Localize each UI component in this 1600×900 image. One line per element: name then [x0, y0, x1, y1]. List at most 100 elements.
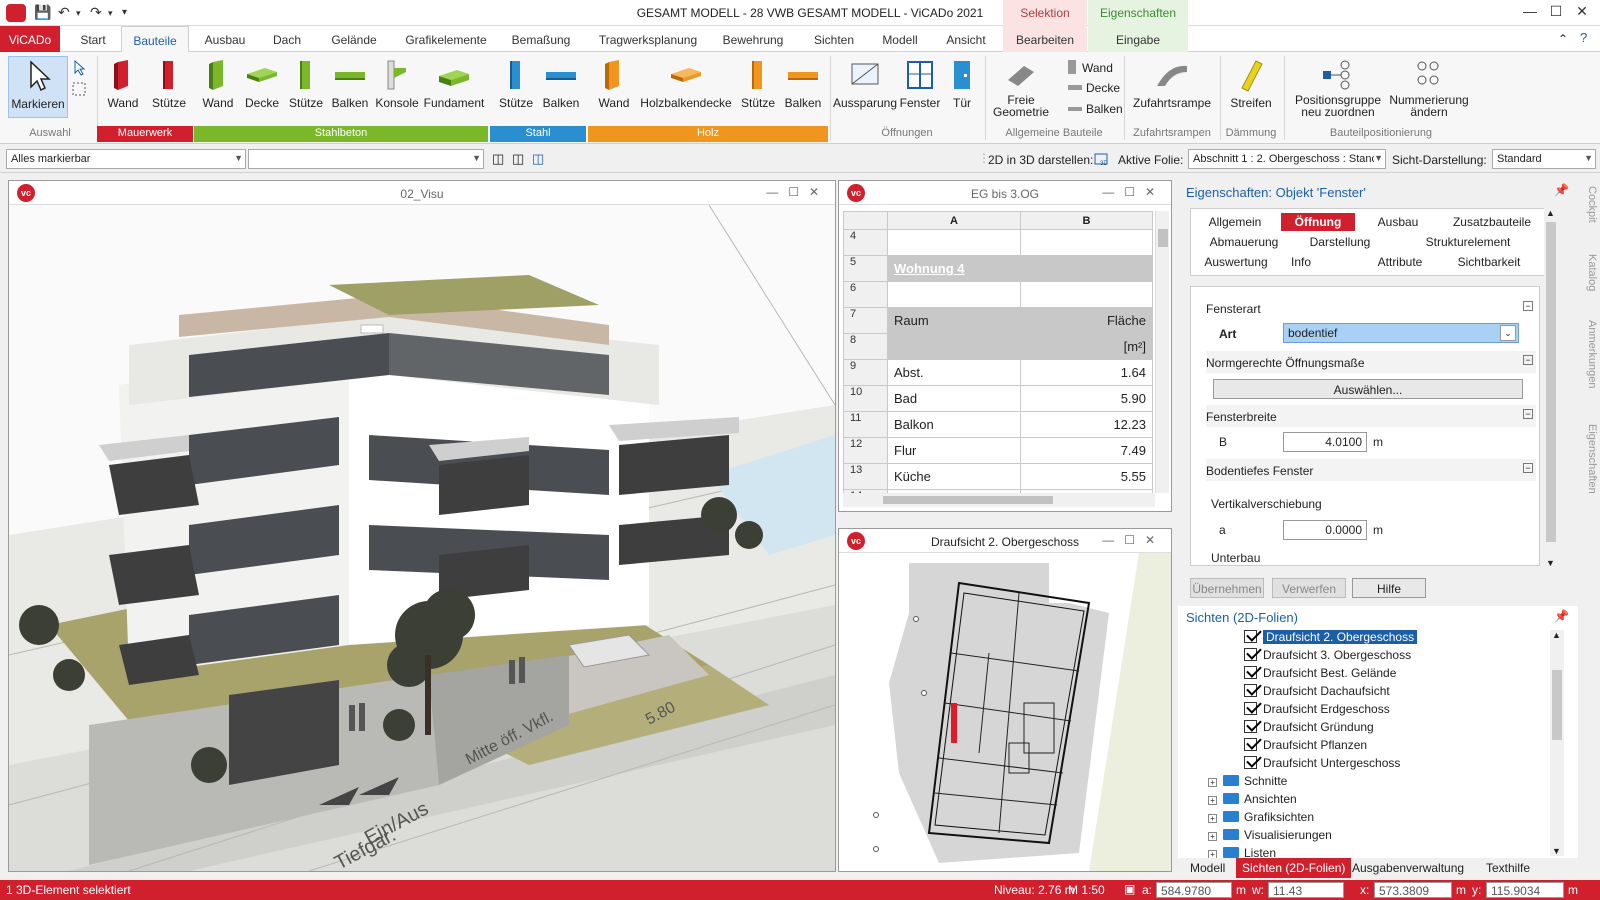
uebernehmen-button[interactable]: Übernehmen	[1190, 578, 1264, 598]
collapse-icon[interactable]: −	[1523, 409, 1533, 419]
expand-icon[interactable]: +	[1208, 778, 1217, 787]
tab-texthilfe[interactable]: Texthilfe	[1480, 858, 1536, 878]
view-display-select[interactable]: Standard ▼	[1492, 149, 1596, 169]
views-vscroll[interactable]: ▲ ▼	[1550, 630, 1564, 856]
aussparung-button[interactable]: Aussparung	[832, 56, 898, 118]
binoculars-icon[interactable]: ◫	[492, 151, 504, 167]
streifen-button[interactable]: Streifen	[1224, 56, 1278, 118]
visible-checkbox[interactable]	[1244, 702, 1257, 715]
2d-3d-toggle-icon[interactable]: 3D	[1094, 151, 1112, 167]
fenster-button[interactable]: Fenster	[898, 56, 942, 118]
stahlbeton-balken-button[interactable]: Balken	[328, 56, 372, 118]
side-tab-anmerkungen[interactable]: Anmerkungen	[1578, 320, 1598, 400]
cell-a[interactable]	[887, 333, 1021, 360]
side-tab-katalog[interactable]: Katalog	[1578, 254, 1598, 304]
expand-icon[interactable]: +	[1208, 832, 1217, 841]
hilfe-button[interactable]: Hilfe	[1352, 578, 1426, 598]
visible-checkbox[interactable]	[1244, 720, 1257, 733]
view-folder[interactable]: + Ansichten	[1208, 792, 1297, 810]
stahl-stuetze-button[interactable]: Stütze	[494, 56, 538, 118]
context-tab-selektion[interactable]: Selektion	[1003, 0, 1087, 26]
property-tab-darstellung[interactable]: Darstellung	[1299, 233, 1381, 251]
mauerwerk-wand-button[interactable]: Wand	[100, 56, 146, 118]
visible-checkbox[interactable]	[1244, 756, 1257, 769]
binoculars-x-icon[interactable]: ◫	[512, 151, 524, 167]
side-tab-cockpit[interactable]: Cockpit	[1578, 186, 1598, 236]
pin-icon[interactable]: 📌	[1554, 609, 1569, 623]
property-tab-info[interactable]: Info	[1281, 253, 1321, 271]
zufahrtsrampe-button[interactable]: Zufahrtsrampe	[1128, 56, 1216, 118]
view-item[interactable]: Draufsicht Erdgeschoss	[1244, 702, 1390, 720]
markieren-button[interactable]: Markieren	[8, 56, 68, 118]
stahlbeton-decke-button[interactable]: Decke	[240, 56, 284, 118]
tab-bauteile[interactable]: Bauteile	[121, 26, 189, 52]
ab-wand-button[interactable]: Wand	[1068, 60, 1113, 75]
col-header-a[interactable]: A	[887, 211, 1021, 230]
stahlbeton-fundament-button[interactable]: Fundament	[422, 56, 486, 118]
view-item[interactable]: Draufsicht 2. Obergeschoss	[1244, 630, 1418, 648]
status-massstab[interactable]: M 1:50	[1068, 883, 1105, 897]
3d-scene-canvas[interactable]: Mitte öff. Vkfl. Ein/Aus Tiefgar. 5.80	[9, 205, 835, 871]
filter-select[interactable]: Alles markierbar ▼	[6, 149, 246, 169]
cell-b[interactable]: [m²]	[1020, 333, 1153, 360]
view-item[interactable]: Draufsicht Dachaufsicht	[1244, 684, 1390, 702]
pin-icon[interactable]: 📌	[1554, 183, 1569, 197]
tab-tragwerksplanung[interactable]: Tragwerksplanung	[590, 26, 706, 52]
cell-b[interactable]	[1020, 281, 1153, 308]
spreadsheet-vscroll[interactable]	[1155, 211, 1169, 493]
stahl-balken-button[interactable]: Balken	[538, 56, 584, 118]
property-tab-ausbau[interactable]: Ausbau	[1363, 213, 1433, 231]
auswaehlen-button[interactable]: Auswählen...	[1213, 379, 1523, 399]
cell-a[interactable]: Balkon	[887, 411, 1021, 438]
cell-a[interactable]: Flur	[887, 437, 1021, 464]
cell-b[interactable]: 12.23	[1020, 411, 1153, 438]
cell-a[interactable]: Bad	[887, 385, 1021, 412]
collapse-icon[interactable]: −	[1523, 463, 1533, 473]
app-logo-icon[interactable]	[6, 4, 26, 22]
positionsgruppe-button[interactable]: Positionsgruppe neu zuordnen	[1290, 56, 1386, 118]
vertikal-input[interactable]: 0.0000	[1283, 520, 1367, 540]
cell-a[interactable]: Wohnung 4	[887, 255, 1021, 282]
visible-checkbox[interactable]	[1244, 684, 1257, 697]
context-tab-eigenschaften[interactable]: Eigenschaften	[1088, 0, 1188, 26]
side-tab-eigenschaften[interactable]: Eigenschaften	[1578, 424, 1598, 510]
tab-ausgabenverwaltung[interactable]: Ausgabenverwaltung	[1346, 858, 1470, 878]
collapse-icon[interactable]: −	[1523, 355, 1533, 365]
panel-window-buttons[interactable]: —☐✕	[1102, 533, 1165, 547]
layer-select[interactable]: ▼	[248, 149, 484, 169]
cell-b[interactable]: 5.55	[1020, 463, 1153, 490]
coord-a-field[interactable]: 584.9780	[1156, 882, 1232, 898]
panel-window-buttons[interactable]: —☐✕	[1102, 185, 1165, 199]
property-tab-strukturelement[interactable]: Strukturelement	[1391, 233, 1545, 251]
property-tab-sichtbarkeit[interactable]: Sichtbarkeit	[1441, 253, 1537, 271]
cell-b[interactable]	[1020, 229, 1153, 256]
cell-b[interactable]: Fläche	[1020, 307, 1153, 334]
nummerierung-button[interactable]: Nummerierung ändern	[1386, 56, 1472, 118]
cell-b[interactable]	[1020, 255, 1153, 282]
holz-stuetze-button[interactable]: Stütze	[736, 56, 780, 118]
app-menu-button[interactable]: ViCADo	[0, 26, 60, 52]
cell-a[interactable]: Küche	[887, 463, 1021, 490]
fensterbreite-input[interactable]: 4.0100	[1283, 432, 1367, 452]
property-tab-abmauerung[interactable]: Abmauerung	[1197, 233, 1291, 251]
redo-dropdown-icon[interactable]: ▾	[108, 8, 113, 19]
tab-bemassung[interactable]: Bemaßung	[506, 26, 576, 52]
cell-a[interactable]	[887, 229, 1021, 256]
visible-checkbox[interactable]	[1244, 648, 1257, 661]
help-icon[interactable]: ?	[1580, 30, 1587, 45]
view-folder[interactable]: + Schnitte	[1208, 774, 1287, 792]
tab-dach[interactable]: Dach	[262, 26, 312, 52]
tab-modell[interactable]: Modell	[872, 26, 928, 52]
property-tab--ffnung[interactable]: Öffnung	[1281, 213, 1355, 231]
panel-window-buttons[interactable]: —☐✕	[766, 185, 829, 199]
cell-a[interactable]: Abst.	[887, 359, 1021, 386]
tab-ausbau[interactable]: Ausbau	[198, 26, 252, 52]
tab-ansicht[interactable]: Ansicht	[938, 26, 994, 52]
cell-b[interactable]: 1.64	[1020, 359, 1153, 386]
ab-decke-button[interactable]: Decke	[1068, 81, 1120, 95]
property-tab-allgemein[interactable]: Allgemein	[1197, 213, 1273, 231]
cell-b[interactable]: 7.49	[1020, 437, 1153, 464]
coord-y-field[interactable]: 115.9034	[1486, 882, 1564, 898]
tab-modell-panel[interactable]: Modell	[1184, 858, 1231, 878]
visible-checkbox[interactable]	[1244, 738, 1257, 751]
